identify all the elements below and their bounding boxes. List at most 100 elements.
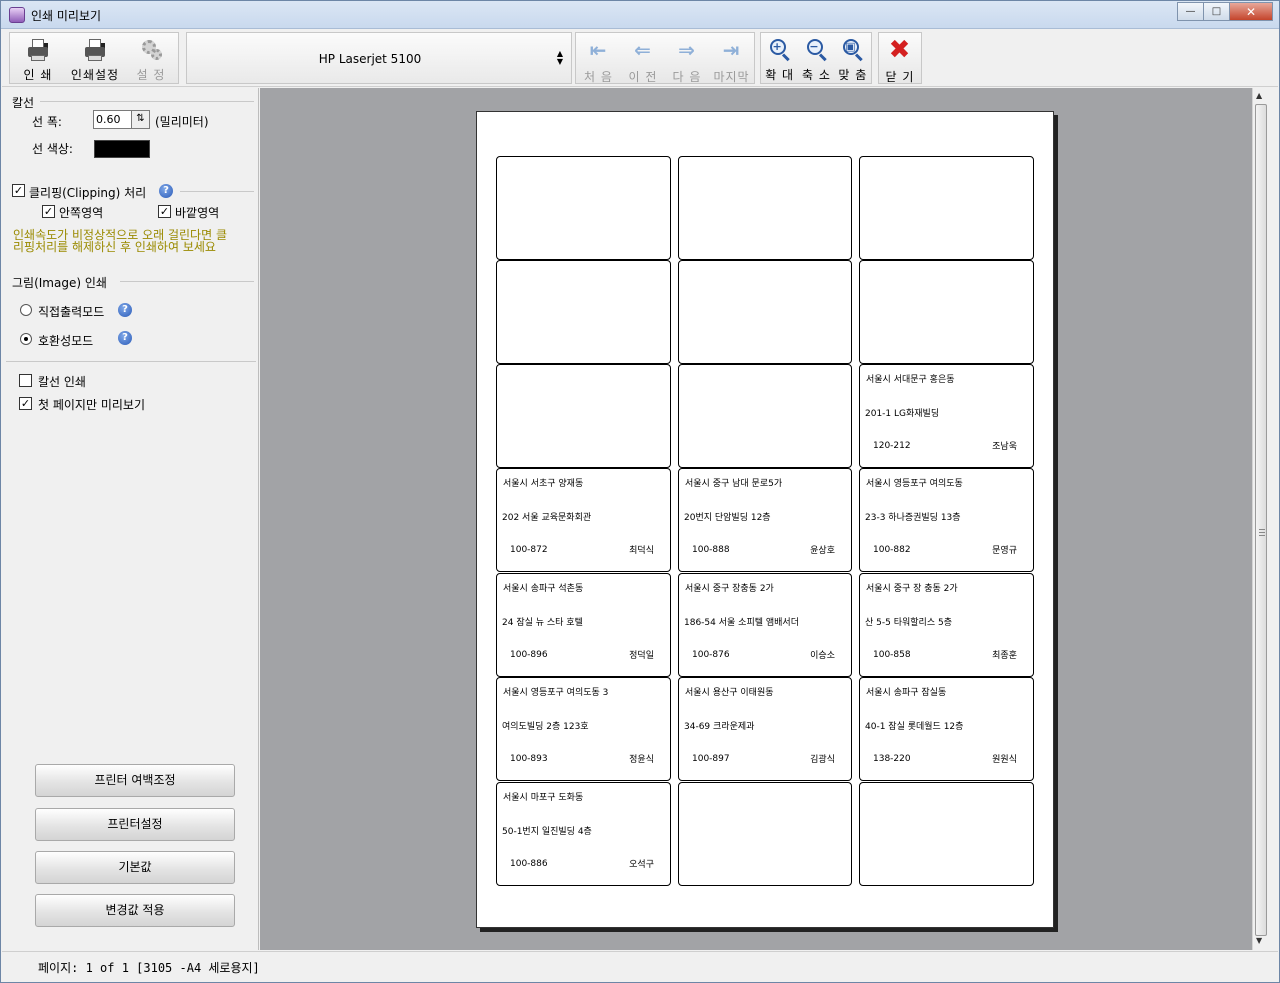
page-status: 페이지: 1 of 1 [3105 -A4 세로용지]: [38, 961, 260, 975]
outer-area-checkbox[interactable]: ✓: [158, 205, 171, 218]
label-recipient-name: 조남욱: [992, 442, 1017, 452]
label-address-line-2: 여의도빌딩 2층 123호: [502, 722, 589, 732]
print-button[interactable]: 인 쇄: [10, 33, 66, 83]
clipping-checkbox[interactable]: ✓: [12, 184, 25, 197]
preview-page: 서울시 서대문구 홍은동 201-1 LG화재빌딩 120-212 조남욱서울시 서초…: [476, 111, 1054, 928]
default-values-button[interactable]: 기본값: [35, 851, 235, 884]
scroll-down-icon[interactable]: ▼: [1256, 936, 1262, 945]
prev-page-button[interactable]: ⇐ 이 전: [621, 33, 665, 84]
scroll-up-icon[interactable]: ▲: [1256, 91, 1262, 100]
print-preview-window: 인쇄 미리보기 — □ ✕ 인 쇄 인쇄설정 설 정 HP Laserjet 5…: [0, 0, 1280, 983]
close-window-button[interactable]: ✕: [1229, 2, 1273, 21]
label-address-line-2: 201-1 LG화재빌딩: [865, 409, 940, 419]
label-cell: 서울시 용산구 이태원동 34-69 크라운제과 100-897 김광식: [678, 677, 852, 781]
label-zip-code: 120-212: [873, 441, 911, 451]
minimize-button[interactable]: —: [1177, 2, 1203, 21]
line-color-swatch[interactable]: [94, 140, 150, 158]
settings-panel: 칼선 선 폭: 0.60 ⇅ (밀리미터) 선 색상: ✓ 클리핑(Clippi…: [2, 88, 259, 950]
printer-select[interactable]: HP Laserjet 5100 ▲ ▼: [186, 32, 572, 84]
label-cell: 서울시 서초구 양재동 202 서울 교육문화회관 100-872 최덕식: [496, 468, 671, 572]
fit-button[interactable]: ▣ 맞 춤: [835, 33, 871, 83]
print-settings-button[interactable]: 인쇄설정: [66, 33, 124, 83]
label-cell: [859, 782, 1034, 886]
printer-margin-button[interactable]: 프린터 여백조정: [35, 764, 235, 797]
label-cell: 서울시 중구 남대 문로5가 20번지 단암빌딩 12층 100-888 윤상호: [678, 468, 852, 572]
label-cell: [859, 156, 1034, 260]
clipping-help-icon[interactable]: ?: [159, 184, 173, 198]
print-label: 인 쇄: [23, 68, 53, 82]
label-recipient-name: 최덕식: [629, 546, 654, 556]
label-address-line-1: 서울시 영등포구 여의도동 3: [503, 688, 609, 698]
label-address-line-2: 202 서울 교육문화회관: [502, 513, 592, 523]
first-page-button[interactable]: ⇤ 처 음: [576, 33, 621, 84]
divider: [6, 361, 256, 362]
label-cell: 서울시 중구 장충동 2가 186-54 서울 소피텔 앰배서더 100-876 이승…: [678, 573, 852, 677]
divider: [40, 101, 254, 102]
label-zip-code: 138-220: [873, 754, 911, 764]
toolbar: 인 쇄 인쇄설정 설 정 HP Laserjet 5100 ▲ ▼ ⇤ 처 음 ⇐…: [2, 30, 1278, 87]
label-recipient-name: 이승소: [810, 651, 835, 661]
divider: [180, 191, 254, 192]
label-zip-code: 100-888: [692, 545, 730, 555]
label-address-line-1: 서울시 마포구 도화동: [503, 793, 584, 803]
label-zip-code: 100-882: [873, 545, 911, 555]
vertical-scrollbar[interactable]: ▲ ▼: [1252, 88, 1269, 950]
label-cell: 서울시 송파구 석촌동 24 잠실 뉴 스타 호텔 100-896 정덕일: [496, 573, 671, 677]
label-cell: [496, 260, 671, 364]
printer-settings-icon: [83, 38, 107, 61]
label-cell: [496, 156, 671, 260]
zoom-in-icon: +: [768, 38, 792, 62]
label-address-line-1: 서울시 서초구 양재동: [503, 479, 584, 489]
apply-changes-button[interactable]: 변경값 적용: [35, 894, 235, 927]
select-arrows-icon: ▲ ▼: [556, 49, 563, 66]
label-zip-code: 100-872: [510, 545, 548, 555]
zoom-out-button[interactable]: − 축 소: [798, 33, 834, 83]
compat-mode-help-icon[interactable]: ?: [118, 331, 132, 345]
close-preview-button[interactable]: ✖ 닫 기: [879, 33, 921, 84]
line-color-label: 선 색상:: [32, 142, 73, 156]
line-width-label: 선 폭:: [32, 115, 62, 129]
fit-label: 맞 춤: [838, 68, 868, 82]
label-address-line-2: 50-1번지 일진빌딩 4층: [502, 827, 592, 837]
printer-icon: [26, 38, 50, 61]
line-width-spinner[interactable]: 0.60 ⇅: [93, 110, 150, 129]
close-label: 닫 기: [885, 70, 915, 84]
print-ruled-line-checkbox[interactable]: [19, 374, 32, 387]
warning-line-2: 리핑처리를 해제하신 후 인쇄하여 보세요: [13, 240, 216, 254]
label-address-line-1: 서울시 서대문구 홍은동: [866, 375, 955, 385]
inner-area-label: 안쪽영역: [59, 206, 104, 220]
label-zip-code: 100-897: [692, 754, 730, 764]
label-recipient-name: 오석구: [629, 860, 654, 870]
label-cell: [496, 364, 671, 468]
compat-mode-radio[interactable]: [20, 333, 32, 345]
prev-page-icon: ⇐: [634, 38, 652, 62]
first-page-only-checkbox[interactable]: ✓: [19, 397, 32, 410]
label-zip-code: 100-876: [692, 650, 730, 660]
zoom-in-label: 확 대: [765, 68, 795, 82]
label-zip-code: 100-893: [510, 754, 548, 764]
direct-mode-help-icon[interactable]: ?: [118, 303, 132, 317]
next-page-button[interactable]: ⇒ 다 음: [665, 33, 709, 84]
printer-select-value: HP Laserjet 5100: [318, 52, 422, 66]
last-page-button[interactable]: ⇥ 마지막: [709, 33, 754, 84]
label-recipient-name: 윤상호: [810, 546, 835, 556]
label-address-line-1: 서울시 중구 남대 문로5가: [685, 479, 783, 489]
printer-setup-button[interactable]: 프린터설정: [35, 808, 235, 841]
status-bar: 페이지: 1 of 1 [3105 -A4 세로용지]: [2, 951, 1278, 981]
label-recipient-name: 김광식: [810, 755, 835, 765]
scroll-thumb[interactable]: [1255, 104, 1267, 936]
maximize-button[interactable]: □: [1203, 2, 1229, 21]
line-width-value: 0.60: [96, 113, 121, 126]
first-page-label: 처 음: [584, 70, 613, 84]
direct-mode-radio[interactable]: [20, 304, 32, 316]
label-address-line-1: 서울시 중구 장 충동 2가: [866, 584, 958, 594]
spinner-arrows-icon[interactable]: ⇅: [131, 111, 149, 128]
print-settings-label: 인쇄설정: [70, 68, 120, 82]
zoom-out-label: 축 소: [802, 68, 831, 82]
inner-area-checkbox[interactable]: ✓: [42, 205, 55, 218]
settings-button[interactable]: 설 정: [124, 33, 178, 83]
divider: [120, 281, 254, 282]
label-recipient-name: 문영규: [992, 546, 1017, 556]
zoom-in-button[interactable]: + 확 대: [761, 33, 798, 83]
clipping-label: 클리핑(Clipping) 처리: [29, 186, 147, 200]
